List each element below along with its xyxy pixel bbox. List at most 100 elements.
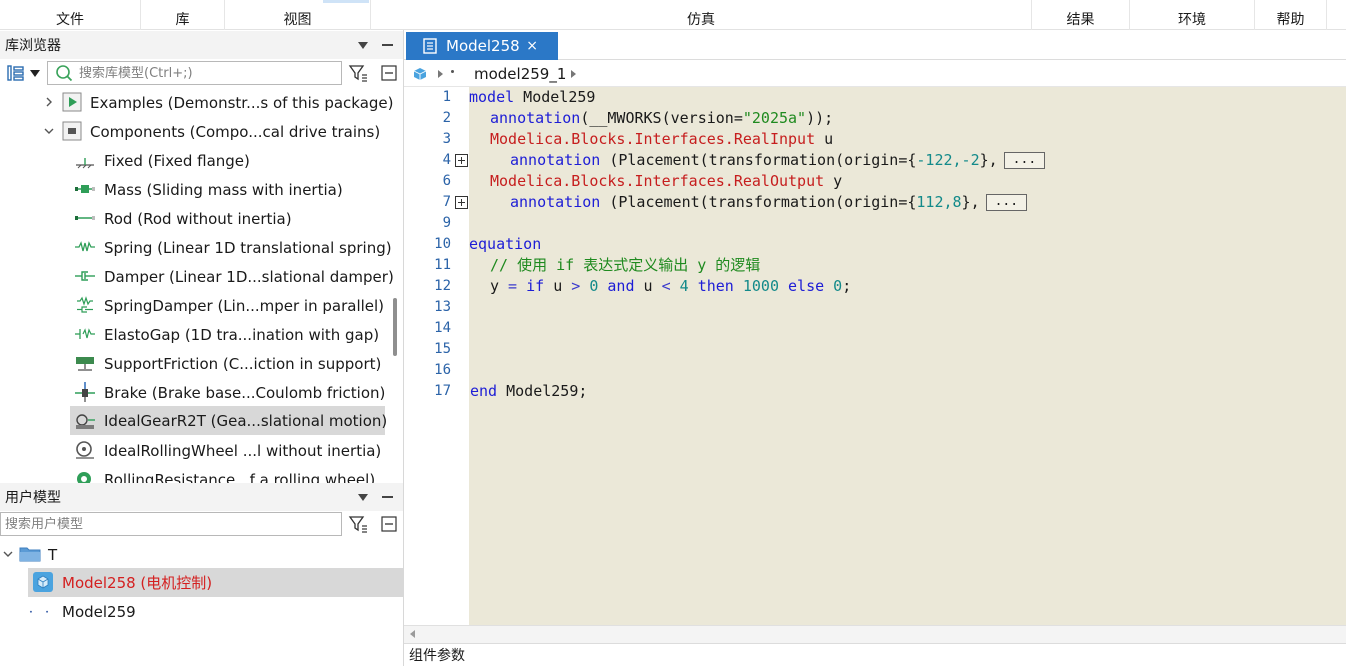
line-number: 6 — [442, 173, 451, 189]
library-item-spring[interactable]: Spring (Linear 1D translational spring) — [0, 233, 392, 262]
code-line: // 使用 if 表达式定义输出 y 的逻辑 — [490, 256, 761, 274]
elasto-gap-icon — [74, 323, 96, 345]
model-cube-icon[interactable] — [413, 67, 427, 81]
support-friction-icon — [74, 352, 96, 374]
chevron-right-icon[interactable] — [42, 95, 56, 109]
breadcrumb-dot-icon — [451, 70, 454, 73]
library-item-elasto-gap[interactable]: ElastoGap (1D tra...ination with gap) — [0, 320, 392, 349]
line-number: 15 — [434, 341, 451, 357]
user-item-t[interactable]: T — [0, 540, 403, 569]
horizontal-scrollbar[interactable] — [404, 625, 1346, 643]
tree-view-icon[interactable] — [6, 63, 26, 83]
menu-environment[interactable]: 环境 — [1130, 0, 1255, 30]
panel-menu-icon[interactable] — [358, 41, 368, 49]
model-dot-icon — [28, 600, 50, 622]
library-item-examples[interactable]: Examples (Demonstr...s of this package) — [0, 88, 394, 117]
line-number: 10 — [434, 236, 451, 252]
tab-model258[interactable]: Model258 × — [406, 32, 558, 60]
document-icon — [423, 38, 437, 54]
line-number: 2 — [442, 110, 451, 126]
panel-menu-icon[interactable] — [358, 493, 368, 501]
library-tree-clip: RollingResistance...f a rolling wheel) — [0, 465, 392, 484]
user-models-title: 用户模型 — [5, 490, 61, 506]
folder-icon — [19, 543, 41, 565]
line-number: 13 — [434, 299, 451, 315]
code-editor[interactable]: model Model259 annotation(__MWORKS(versi… — [469, 87, 1346, 625]
code-line: end Model259; — [470, 382, 588, 400]
code-line: annotation (Placement(transformation(ori… — [510, 150, 1046, 171]
library-item-damper[interactable]: Damper (Linear 1D...slational damper) — [0, 262, 394, 291]
editor-tab-bar: Model258 × — [404, 30, 1346, 60]
library-search-input[interactable] — [79, 65, 341, 81]
fixed-flange-icon — [74, 149, 96, 171]
library-item-support-friction[interactable]: SupportFriction (C...iction in support) — [0, 349, 392, 378]
rolling-resistance-icon — [74, 468, 96, 484]
code-line: model Model259 — [469, 88, 596, 106]
library-item-ideal-rolling-wheel[interactable]: IdealRollingWheel ...l without inertia) — [0, 436, 392, 465]
library-item-ideal-gear-r2t[interactable]: IdealGearR2T (Gea...slational motion) — [70, 406, 387, 435]
line-number: 7 — [442, 194, 451, 210]
code-line: Modelica.Blocks.Interfaces.RealOutput y — [490, 172, 843, 190]
user-item-model259[interactable]: Model259 — [0, 597, 403, 626]
menu-help[interactable]: 帮助 — [1255, 0, 1327, 30]
minimize-icon[interactable] — [382, 496, 393, 498]
menu-file[interactable]: 文件 — [0, 0, 141, 30]
library-browser-title: 库浏览器 — [5, 38, 61, 54]
play-icon — [61, 91, 83, 113]
code-line: equation — [469, 235, 542, 253]
line-number: 14 — [434, 320, 451, 336]
spring-icon — [74, 236, 96, 258]
tree-view-dropdown-icon[interactable] — [30, 69, 40, 77]
collapse-all-icon[interactable] — [379, 514, 399, 534]
library-item-components[interactable]: Components (Compo...cal drive trains) — [0, 117, 392, 146]
library-search-box[interactable] — [47, 61, 342, 85]
mass-icon — [74, 178, 96, 200]
filter-icon[interactable] — [348, 514, 368, 534]
library-item-mass[interactable]: Mass (Sliding mass with inertia) — [0, 175, 392, 204]
library-item-rod[interactable]: Rod (Rod without inertia) — [0, 204, 392, 233]
library-item-rolling-resistance[interactable]: RollingResistance...f a rolling wheel) — [0, 465, 392, 484]
menu-view[interactable]: 视图 — [225, 0, 371, 30]
filter-icon[interactable] — [348, 63, 368, 83]
rod-icon — [74, 207, 96, 229]
minimize-icon[interactable] — [382, 44, 393, 46]
library-item-brake[interactable]: Brake (Brake base...Coulomb friction) — [0, 378, 392, 407]
line-number: 17 — [434, 383, 451, 399]
line-number: 12 — [434, 278, 451, 294]
menu-bar: 文件 库 视图 仿真 结果 环境 帮助 — [0, 0, 1346, 30]
breadcrumb-item[interactable]: model259_1 — [474, 65, 566, 83]
line-number: 4 — [442, 152, 451, 168]
library-item-fixed[interactable]: Fixed (Fixed flange) — [0, 146, 392, 175]
line-number-gutter: 1 2 3 4 6 7 9 10 11 12 13 14 15 16 17 — [404, 87, 469, 625]
chevron-right-icon[interactable] — [570, 69, 578, 79]
line-number: 1 — [442, 89, 451, 105]
fold-expand-icon[interactable] — [455, 196, 468, 209]
user-models-search-box[interactable] — [0, 512, 342, 536]
menu-results[interactable]: 结果 — [1032, 0, 1130, 30]
collapse-all-icon[interactable] — [379, 63, 399, 83]
close-icon[interactable]: × — [526, 38, 538, 54]
chevron-right-icon[interactable] — [437, 69, 445, 79]
damper-icon — [74, 265, 96, 287]
collapsed-annotation-button[interactable]: ... — [985, 194, 1028, 211]
component-parameters-panel: 组件参数 — [404, 643, 1346, 666]
line-number: 3 — [442, 131, 451, 147]
menu-library[interactable]: 库 — [141, 0, 225, 30]
rolling-wheel-icon — [74, 439, 96, 461]
component-parameters-title: 组件参数 — [409, 648, 465, 664]
chevron-down-icon[interactable] — [42, 124, 56, 138]
chevron-down-icon[interactable] — [1, 547, 15, 561]
tab-title: Model258 — [446, 37, 520, 55]
package-icon — [61, 120, 83, 142]
menu-simulation[interactable]: 仿真 — [371, 0, 1032, 30]
code-line: annotation(__MWORKS(version="2025a")); — [490, 109, 834, 127]
user-item-model258[interactable]: Model258 (电机控制) — [28, 568, 403, 597]
collapsed-annotation-button[interactable]: ... — [1003, 152, 1046, 169]
line-number: 9 — [442, 215, 451, 231]
library-item-spring-damper[interactable]: SpringDamper (Lin...mper in parallel) — [0, 291, 392, 320]
fold-expand-icon[interactable] — [455, 154, 468, 167]
scroll-left-icon[interactable] — [410, 630, 415, 638]
user-models-search-input[interactable] — [5, 516, 341, 532]
code-line: Modelica.Blocks.Interfaces.RealInput u — [490, 130, 834, 148]
library-scrollbar-thumb[interactable] — [393, 298, 397, 356]
